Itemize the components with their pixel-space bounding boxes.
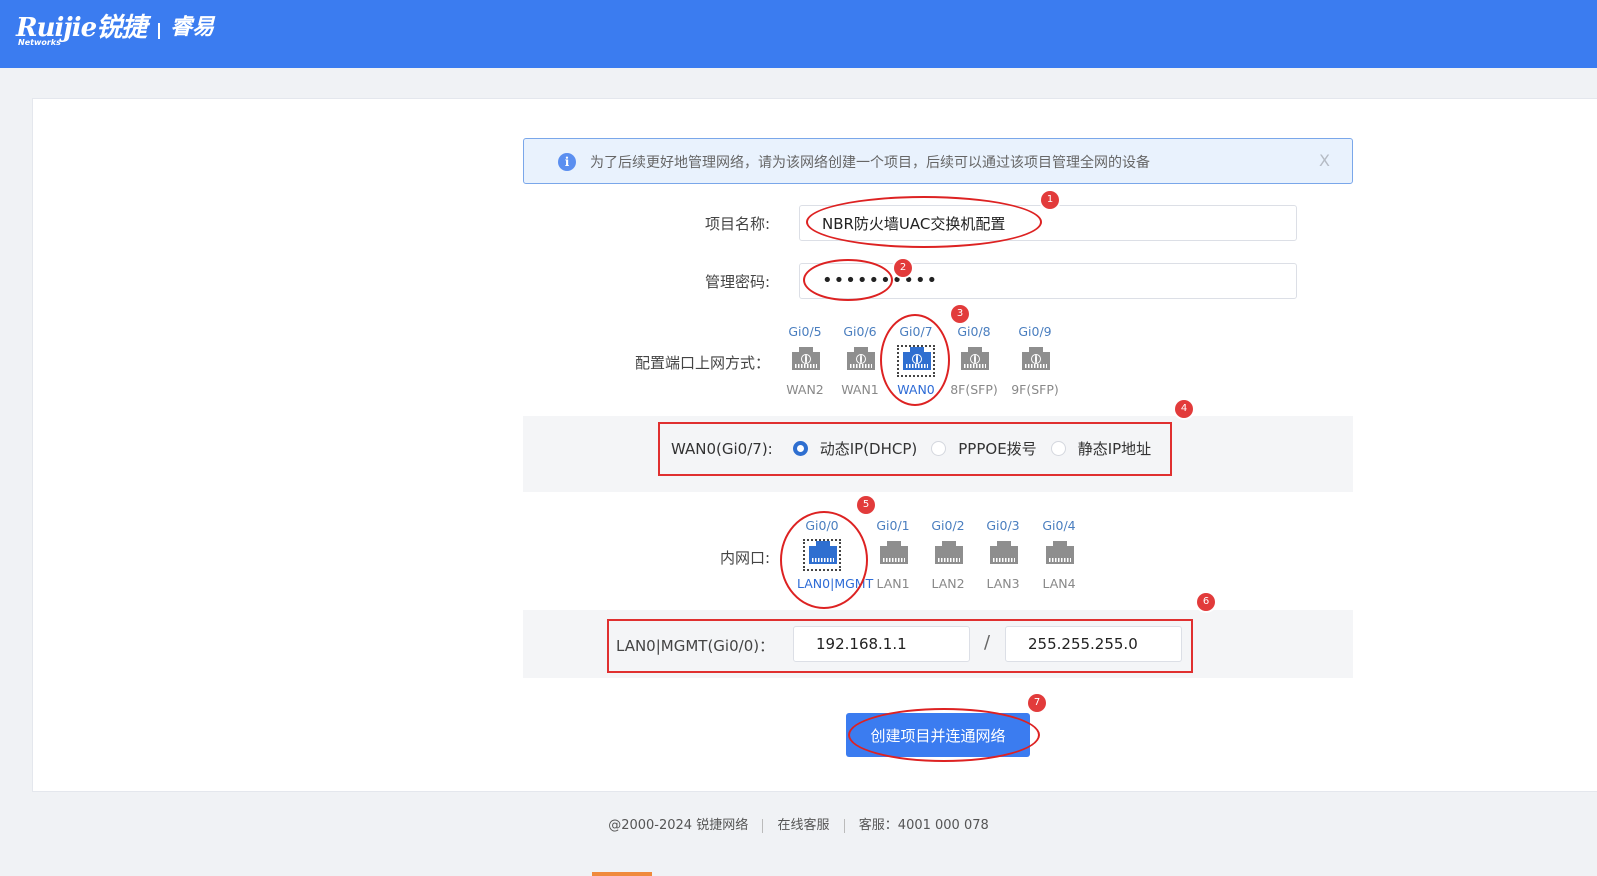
footer-separator: [762, 818, 764, 833]
lan-port-name: LAN2: [931, 576, 965, 591]
uplink-port-4[interactable]: Gi0/9 9F(SFP): [1010, 324, 1060, 398]
lan-port-id: Gi0/4: [1042, 518, 1076, 533]
product-name: 睿易: [170, 15, 215, 40]
lan-port-name: LAN1: [876, 576, 910, 591]
annotation-badge-7: 7: [1028, 694, 1046, 712]
uplink-port-id: Gi0/5: [788, 324, 822, 339]
lan-port-4[interactable]: Gi0/4 LAN4: [1034, 518, 1084, 592]
password-label: 管理密码:: [704, 273, 770, 291]
annotation-ellipse-2: [803, 259, 893, 301]
info-notice: i 为了后续更好地管理网络，请为该网络创建一个项目，后续可以通过该项目管理全网的…: [523, 138, 1353, 184]
annotation-badge-6: 6: [1197, 593, 1215, 611]
logo-sub-text: Networks: [18, 38, 61, 47]
ethernet-port-icon[interactable]: [930, 540, 966, 570]
footer-copyright: @2000-2024 锐捷网络: [608, 818, 749, 833]
annotation-box-4: [658, 422, 1172, 476]
annotation-ellipse-1: [806, 196, 1042, 248]
lan-port-1[interactable]: Gi0/1 LAN1: [868, 518, 918, 592]
annotation-badge-1: 1: [1041, 191, 1059, 209]
annotation-badge-2: 2: [894, 259, 912, 277]
uplink-port-id: Gi0/9: [1018, 324, 1052, 339]
uplink-port-1[interactable]: Gi0/6 WAN1: [835, 324, 885, 398]
lan-port-name: LAN4: [1042, 576, 1076, 591]
annotation-ellipse-5: [780, 511, 868, 609]
uplink-port-name: WAN1: [841, 382, 879, 397]
lan-port-id: Gi0/3: [986, 518, 1020, 533]
ethernet-port-icon[interactable]: [787, 346, 823, 376]
ethernet-port-icon[interactable]: [1041, 540, 1077, 570]
uplink-port-3[interactable]: Gi0/8 8F(SFP): [949, 324, 999, 398]
footer: @2000-2024 锐捷网络 在线客服 客服：4001 000 078: [0, 814, 1597, 833]
annotation-ellipse-7: [848, 708, 1040, 762]
close-icon[interactable]: X: [1319, 151, 1330, 170]
annotation-badge-4: 4: [1175, 400, 1193, 418]
project-name-label: 项目名称:: [704, 215, 770, 233]
uplink-port-name: WAN2: [786, 382, 824, 397]
lan-port-id: Gi0/1: [876, 518, 910, 533]
ruijie-logo[interactable]: Ruijie锐捷 Networks 睿易: [16, 14, 214, 47]
top-header: Ruijie锐捷 Networks 睿易: [0, 0, 1597, 68]
uplink-label: 配置端口上网方式：: [634, 354, 770, 372]
annotation-ellipse-3: [880, 314, 950, 406]
notice-text: 为了后续更好地管理网络，请为该网络创建一个项目，后续可以通过该项目管理全网的设备: [590, 155, 1150, 171]
footer-separator: [843, 818, 845, 833]
lan-port-id: Gi0/2: [931, 518, 965, 533]
ethernet-port-icon[interactable]: [956, 346, 992, 376]
lan-port-name: LAN3: [986, 576, 1020, 591]
annotation-box-6: [607, 619, 1193, 673]
uplink-port-0[interactable]: Gi0/5 WAN2: [780, 324, 830, 398]
footer-online-service[interactable]: 在线客服: [778, 818, 830, 833]
uplink-port-name: 9F(SFP): [1011, 382, 1059, 397]
ethernet-port-icon[interactable]: [1017, 346, 1053, 376]
ethernet-port-icon[interactable]: [875, 540, 911, 570]
lan-port-3[interactable]: Gi0/3 LAN3: [978, 518, 1028, 592]
lan-label: 内网口:: [719, 549, 770, 567]
ethernet-port-icon[interactable]: [842, 346, 878, 376]
info-icon: i: [558, 153, 576, 171]
uplink-port-name: 8F(SFP): [950, 382, 998, 397]
uplink-port-id: Gi0/8: [957, 324, 991, 339]
footer-hotline: 客服：4001 000 078: [858, 818, 989, 833]
uplink-port-id: Gi0/6: [843, 324, 877, 339]
lan-port-2[interactable]: Gi0/2 LAN2: [923, 518, 973, 592]
ethernet-port-icon[interactable]: [985, 540, 1021, 570]
logo-divider: [158, 23, 161, 39]
annotation-badge-3: 3: [951, 305, 969, 323]
annotation-badge-5: 5: [857, 496, 875, 514]
bottom-accent-bar: [592, 872, 652, 876]
